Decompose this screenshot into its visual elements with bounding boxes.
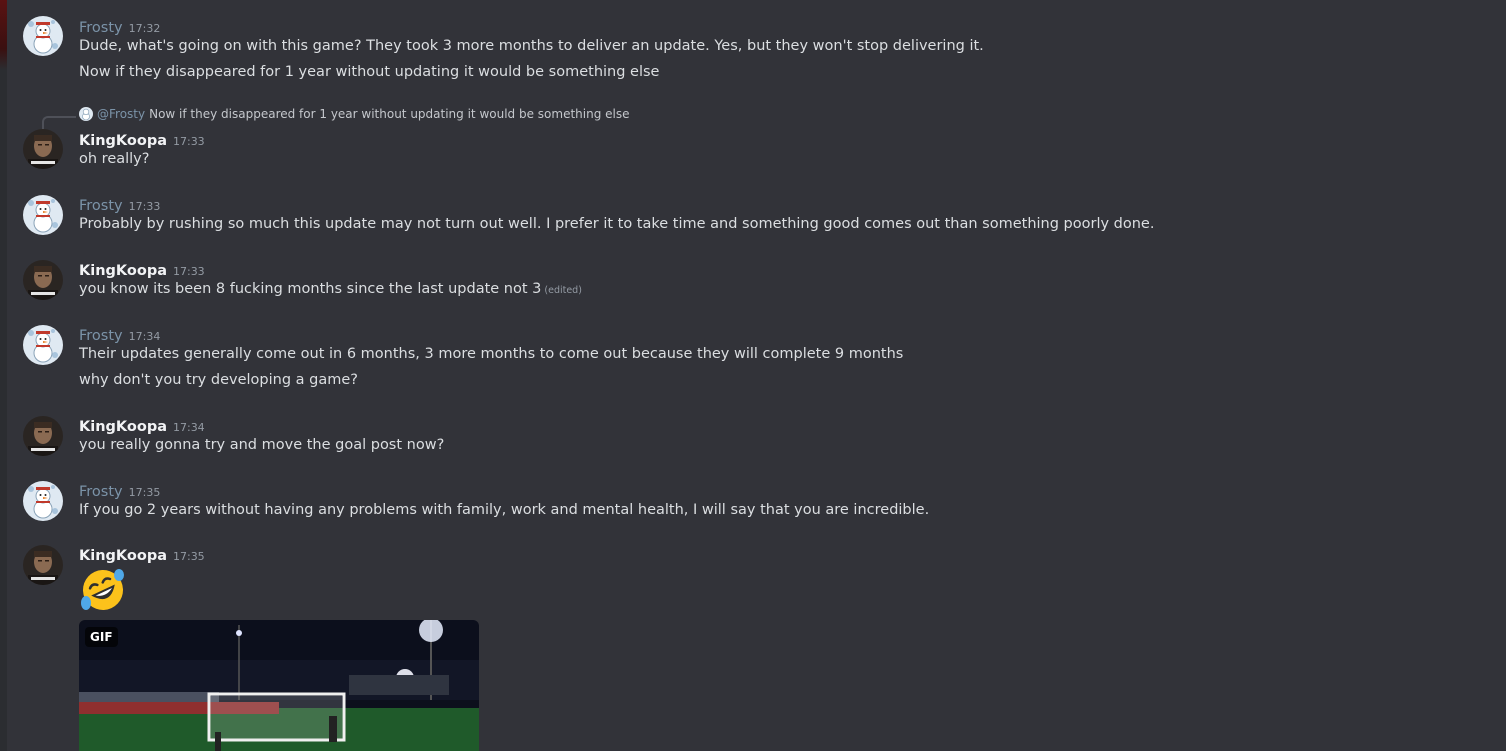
message-text: Dude, what's going on with this game? Th… xyxy=(79,38,984,54)
gif-badge: GIF xyxy=(85,627,118,647)
message-text: Their updates generally come out in 6 mo… xyxy=(79,346,904,362)
gif-attachment[interactable]: GIF xyxy=(79,620,479,751)
snowman-avatar-icon xyxy=(23,481,63,521)
author-name[interactable]: Frosty xyxy=(79,328,123,344)
rolling-on-floor-laughing-icon[interactable] xyxy=(79,566,127,614)
message-text: Probably by rushing so much this update … xyxy=(79,216,1155,232)
timestamp[interactable]: 17:35 xyxy=(129,486,161,499)
message-header: KingKoopa 17:35 xyxy=(79,545,205,565)
avatar-frosty[interactable] xyxy=(23,16,63,56)
gif-preview-image xyxy=(79,620,479,751)
snowman-avatar-icon xyxy=(23,16,63,56)
avatar-frosty[interactable] xyxy=(23,481,63,521)
avatar-kingkoopa[interactable] xyxy=(23,260,63,300)
message-text: oh really? xyxy=(79,151,150,167)
message-header: KingKoopa 17:33 xyxy=(79,260,205,280)
timestamp[interactable]: 17:32 xyxy=(129,22,161,35)
message-header: Frosty 17:34 xyxy=(79,325,160,345)
snowman-avatar-icon xyxy=(23,195,63,235)
server-sidebar-edge xyxy=(0,0,7,751)
timestamp[interactable]: 17:33 xyxy=(173,135,205,148)
author-name[interactable]: Frosty xyxy=(79,198,123,214)
message-header: Frosty 17:33 xyxy=(79,195,160,215)
message-text: Now if they disappeared for 1 year witho… xyxy=(79,64,660,80)
message-header: KingKoopa 17:34 xyxy=(79,416,205,436)
reply-avatar-icon xyxy=(79,107,93,121)
reply-text[interactable]: Now if they disappeared for 1 year witho… xyxy=(149,107,629,121)
timestamp[interactable]: 17:35 xyxy=(173,550,205,563)
timestamp[interactable]: 17:33 xyxy=(129,200,161,213)
author-name[interactable]: Frosty xyxy=(79,20,123,36)
server-icon-edge xyxy=(0,0,7,70)
author-name[interactable]: KingKoopa xyxy=(79,419,167,435)
message-body: you know its been 8 fucking months since… xyxy=(79,281,542,297)
message-text: why don't you try developing a game? xyxy=(79,372,358,388)
message-text: you really gonna try and move the goal p… xyxy=(79,437,445,453)
avatar-kingkoopa[interactable] xyxy=(23,545,63,585)
reply-mention[interactable]: @Frosty xyxy=(97,107,145,121)
timestamp[interactable]: 17:34 xyxy=(173,421,205,434)
author-name[interactable]: KingKoopa xyxy=(79,133,167,149)
avatar-frosty[interactable] xyxy=(23,325,63,365)
author-name[interactable]: Frosty xyxy=(79,484,123,500)
snowman-avatar-icon xyxy=(23,325,63,365)
message-text: you know its been 8 fucking months since… xyxy=(79,281,582,297)
message-header: Frosty 17:32 xyxy=(79,17,160,37)
message-header: KingKoopa 17:33 xyxy=(79,130,205,150)
portrait-avatar-icon xyxy=(23,545,63,585)
reply-connector xyxy=(42,116,76,130)
portrait-avatar-icon xyxy=(23,416,63,456)
timestamp[interactable]: 17:33 xyxy=(173,265,205,278)
chat-message-list: Frosty 17:32 Dude, what's going on with t… xyxy=(0,0,1506,751)
avatar-kingkoopa[interactable] xyxy=(23,416,63,456)
author-name[interactable]: KingKoopa xyxy=(79,263,167,279)
message-header: Frosty 17:35 xyxy=(79,481,160,501)
portrait-avatar-icon xyxy=(23,260,63,300)
portrait-avatar-icon xyxy=(23,129,63,169)
avatar-frosty[interactable] xyxy=(23,195,63,235)
reply-preview[interactable]: @Frosty Now if they disappeared for 1 yea… xyxy=(79,107,630,125)
author-name[interactable]: KingKoopa xyxy=(79,548,167,564)
edited-marker[interactable]: (edited) xyxy=(544,285,582,296)
message-text: If you go 2 years without having any pro… xyxy=(79,502,930,518)
timestamp[interactable]: 17:34 xyxy=(129,330,161,343)
avatar-kingkoopa[interactable] xyxy=(23,129,63,169)
